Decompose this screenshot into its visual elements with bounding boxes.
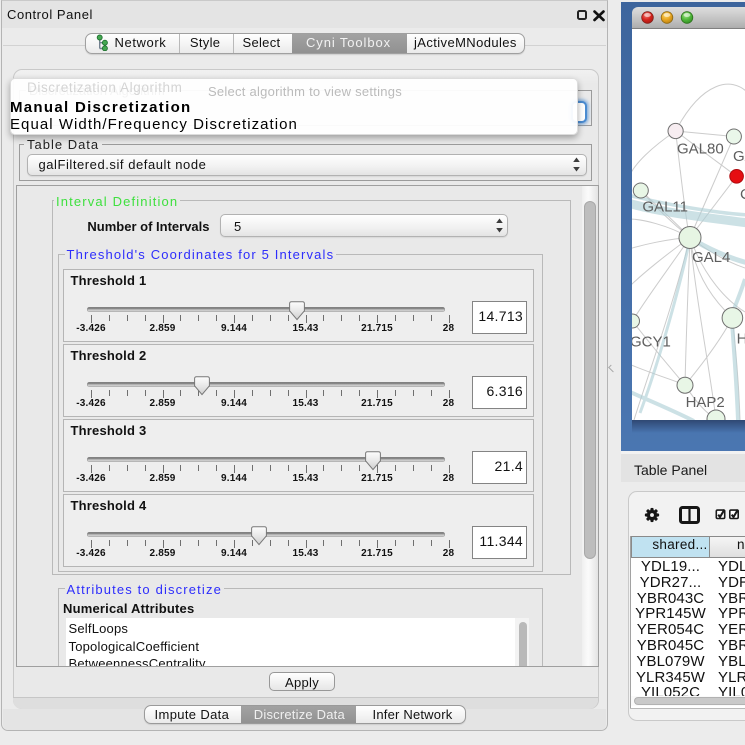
- svg-text:HAP2: HAP2: [686, 393, 725, 410]
- svg-text:H: H: [737, 330, 745, 347]
- svg-text:GCY1: GCY1: [632, 333, 671, 350]
- svg-text:GA: GA: [733, 148, 745, 165]
- svg-text:GAL80: GAL80: [677, 140, 724, 157]
- svg-text:GAL11: GAL11: [642, 198, 688, 215]
- svg-text:GAL4: GAL4: [692, 249, 730, 266]
- svg-text:C: C: [740, 186, 745, 203]
